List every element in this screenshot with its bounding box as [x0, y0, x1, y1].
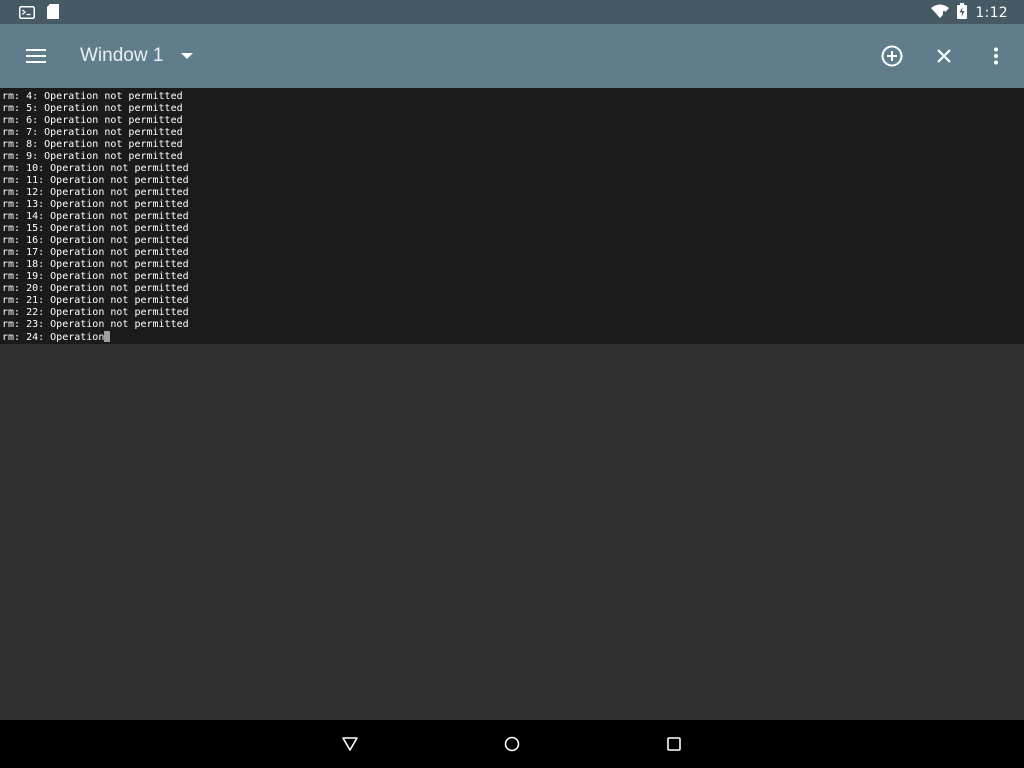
- terminal-view[interactable]: rm: 4: Operation not permitted rm: 5: Op…: [0, 88, 1024, 344]
- terminal-line: rm: 19: Operation not permitted: [2, 271, 189, 282]
- terminal-line: rm: 18: Operation not permitted: [2, 259, 189, 270]
- close-window-button[interactable]: [930, 42, 958, 70]
- terminal-line-text: rm: 24: Operation: [2, 332, 105, 343]
- terminal-line: rm: 17: Operation not permitted: [2, 247, 189, 258]
- overflow-menu-button[interactable]: [982, 42, 1010, 70]
- battery-charging-icon: [957, 3, 968, 23]
- add-window-icon: [881, 45, 903, 67]
- terminal-line: rm: 12: Operation not permitted: [2, 187, 189, 198]
- app-bar-actions: [878, 42, 1010, 70]
- terminal-line: rm: 6: Operation not permitted: [2, 115, 183, 126]
- status-right-icons: 1:12: [931, 3, 1008, 23]
- terminal-line: rm: 5: Operation not permitted: [2, 103, 183, 114]
- terminal-notification-icon: [19, 4, 35, 23]
- add-window-button[interactable]: [878, 42, 906, 70]
- terminal-line: rm: 11: Operation not permitted: [2, 175, 189, 186]
- terminal-empty-area[interactable]: [0, 344, 1024, 720]
- terminal-line: rm: 14: Operation not permitted: [2, 211, 189, 222]
- recents-icon: [667, 737, 681, 751]
- sd-card-icon: [47, 4, 59, 23]
- terminal-line: rm: 9: Operation not permitted: [2, 151, 183, 162]
- terminal-line: rm: 4: Operation not permitted: [2, 91, 183, 102]
- terminal-line: rm: 10: Operation not permitted: [2, 163, 189, 174]
- system-nav-bar: [0, 720, 1024, 768]
- terminal-line: rm: 8: Operation not permitted: [2, 139, 183, 150]
- app-bar: Window 1: [0, 24, 1024, 88]
- terminal-line: rm: 16: Operation not permitted: [2, 235, 189, 246]
- home-icon: [504, 736, 520, 752]
- window-title: Window 1: [80, 45, 164, 66]
- wifi-icon: [931, 4, 950, 22]
- overflow-menu-icon: [994, 47, 998, 65]
- hamburger-menu-icon: [26, 49, 46, 63]
- window-selector[interactable]: Window 1: [80, 42, 194, 70]
- terminal-line: rm: 13: Operation not permitted: [2, 199, 189, 210]
- terminal-line: rm: 22: Operation not permitted: [2, 307, 189, 318]
- recents-button[interactable]: [662, 732, 686, 756]
- dropdown-arrow-icon: [181, 53, 194, 59]
- terminal-line: rm: 7: Operation not permitted: [2, 127, 183, 138]
- back-button[interactable]: [338, 732, 362, 756]
- status-bar: 1:12: [0, 0, 1024, 24]
- terminal-line: rm: 20: Operation not permitted: [2, 283, 189, 294]
- status-time: 1:12: [975, 5, 1008, 21]
- close-window-icon: [937, 49, 951, 63]
- status-left-icons: [19, 4, 59, 23]
- home-button[interactable]: [500, 732, 524, 756]
- terminal-cursor: [104, 331, 111, 342]
- hamburger-menu-button[interactable]: [20, 44, 52, 68]
- terminal-line: rm: 21: Operation not permitted: [2, 295, 189, 306]
- back-icon: [342, 737, 358, 751]
- terminal-line: rm: 15: Operation not permitted: [2, 223, 189, 234]
- terminal-line: rm: 23: Operation not permitted: [2, 319, 189, 330]
- terminal-last-line: rm: 24: Operation: [2, 331, 1024, 343]
